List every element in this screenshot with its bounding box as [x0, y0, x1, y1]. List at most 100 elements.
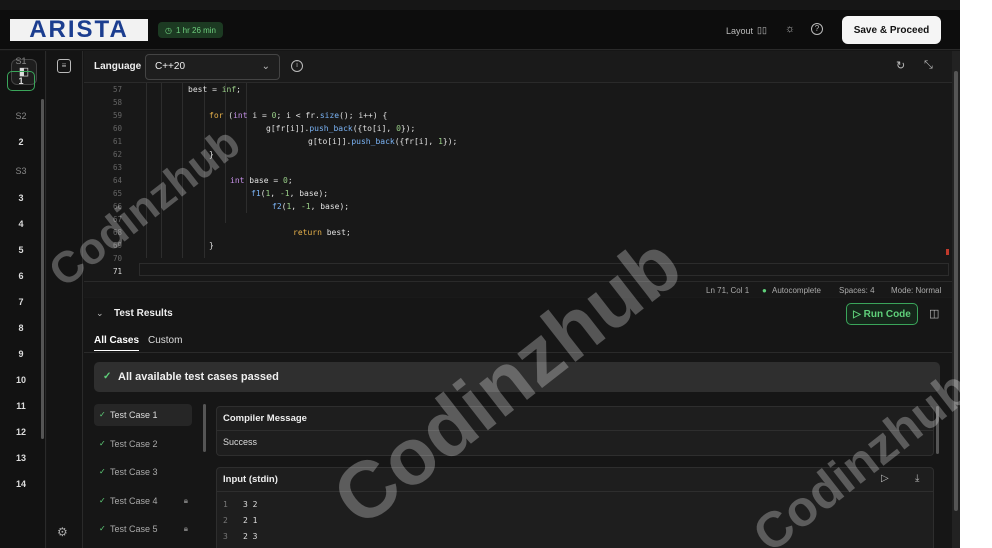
test-case-item[interactable]: ✓ Test Case 3 — [94, 461, 192, 483]
check-icon: ✓ — [99, 438, 106, 448]
layout-button[interactable]: Layout ▯▯ — [726, 25, 767, 36]
question-rail: ◧ S1 1 S2 2 S3 3 4 5 6 7 8 9 10 11 12 13 14 — [0, 51, 46, 548]
reset-icon[interactable]: ↻ — [896, 59, 905, 72]
test-case-label: Test Case 2 — [110, 438, 158, 449]
lock-icon: 🔒︎ — [183, 524, 188, 533]
line-number: 66 — [112, 202, 122, 211]
chevron-down-icon[interactable]: ⌄ — [96, 308, 104, 319]
editor-mode[interactable]: Mode: Normal — [891, 286, 941, 295]
line-number: 67 — [112, 215, 122, 224]
line-number: 61 — [112, 137, 122, 146]
check-icon: ✓ — [99, 524, 106, 533]
line-number: 60 — [112, 124, 122, 133]
code-line: f2(1, -1, base); — [272, 202, 350, 211]
all-passed-banner: ✓ All available test cases passed — [94, 362, 940, 392]
autocomplete-dot-icon: ● — [762, 286, 767, 295]
line-number: 57 — [112, 85, 122, 94]
run-code-button[interactable]: ▷ Run Code — [846, 303, 918, 325]
check-icon: ✓ — [103, 371, 112, 382]
question-item[interactable]: 3 — [7, 193, 35, 203]
question-item[interactable]: 4 — [7, 219, 35, 229]
section-label: S2 — [15, 111, 27, 121]
question-item[interactable]: 12 — [7, 427, 35, 437]
line-number: 69 — [112, 241, 122, 250]
question-item[interactable]: 10 — [7, 375, 35, 385]
line-number: 68 — [112, 228, 122, 237]
question-item[interactable]: 13 — [7, 453, 35, 463]
question-item[interactable]: 1 — [7, 71, 35, 91]
code-editor[interactable]: 57 58 59 60 61 62 63 64 65 66 67 68 69 70 71 best = in… — [84, 83, 952, 281]
question-item[interactable]: 2 — [7, 137, 35, 147]
theme-icon[interactable]: ☼ — [784, 23, 796, 35]
settings-icon[interactable]: ⚙ — [57, 525, 68, 539]
section-label: S3 — [15, 166, 27, 176]
expand-icon[interactable]: ⤡ — [924, 59, 933, 72]
language-select[interactable]: C++20 ⌄ — [145, 54, 280, 80]
testcase-scrollbar[interactable] — [203, 404, 206, 452]
test-case-item[interactable]: ✓ Test Case 5 🔒︎ — [94, 518, 192, 540]
code-line: g[fr[i]].push_back({to[i], 0}); — [266, 124, 416, 133]
play-icon: ▷ — [853, 308, 864, 320]
autocomplete-toggle[interactable]: Autocomplete — [772, 286, 821, 295]
check-icon: ✓ — [99, 495, 106, 505]
lock-icon: 🔒︎ — [183, 495, 188, 505]
rail-scrollbar[interactable] — [41, 99, 44, 439]
arista-logo: ARISTA — [10, 16, 148, 43]
download-icon[interactable]: ⤓ — [915, 473, 919, 484]
line-number: 64 — [112, 176, 122, 185]
question-item[interactable]: 5 — [7, 245, 35, 255]
main-panel: Language C++20 ⌄ i ↻ ⤡ 57 58 59 60 61 62 63 64 6… — [84, 51, 952, 548]
line-number: 59 — [112, 111, 122, 120]
chevron-down-icon: ⌄ — [261, 61, 270, 72]
current-line-highlight — [139, 263, 949, 276]
test-case-item[interactable]: ✓ Test Case 1 — [94, 404, 192, 426]
top-bar: ARISTA ◷ 1 hr 26 min Layout ▯▯ ☼ ? Save … — [0, 10, 960, 50]
editor-toolbar: Language C++20 ⌄ i ↻ ⤡ — [84, 51, 952, 83]
test-case-item[interactable]: ✓ Test Case 2 — [94, 433, 192, 455]
question-item[interactable]: 8 — [7, 323, 35, 333]
code-line: best = inf; — [188, 85, 241, 94]
test-results-title: Test Results — [114, 308, 173, 319]
test-case-label: Test Case 4 — [110, 495, 158, 506]
test-case-item[interactable]: ✓ Test Case 4 🔒︎ — [94, 490, 192, 512]
tab-all-cases[interactable]: All Cases — [94, 335, 140, 351]
play-icon[interactable]: ▷ — [881, 473, 889, 484]
stdin-line: 1 3 2 — [223, 500, 257, 509]
section-label: S1 — [15, 56, 27, 66]
code-line: return best; — [293, 228, 351, 237]
question-item[interactable]: 7 — [7, 297, 35, 307]
code-line: } — [209, 150, 214, 159]
code-line: for (int i = 0; i < fr.size(); i++) { — [209, 111, 388, 120]
info-icon[interactable]: i — [291, 60, 303, 72]
spaces-setting[interactable]: Spaces: 4 — [839, 286, 875, 295]
stdin-line-text: 2 1 — [243, 516, 258, 525]
run-code-label: Run Code — [863, 308, 911, 320]
line-number: 62 — [112, 150, 122, 159]
line-gutter: 57 58 59 60 61 62 63 64 65 66 67 68 69 70 71 — [84, 83, 136, 281]
language-label: Language — [94, 61, 142, 72]
stdin-line: 3 2 3 — [223, 532, 257, 541]
test-case-label: Test Case 1 — [110, 410, 158, 420]
question-item[interactable]: 11 — [7, 401, 35, 411]
question-item[interactable]: 14 — [7, 479, 35, 489]
output-scrollbar[interactable] — [936, 406, 939, 454]
test-results-panel: ⌄ Test Results ▷ Run Code ◫ All Cases Cu… — [84, 298, 952, 548]
notes-icon[interactable]: ≡ — [57, 59, 71, 73]
layout-icon: ▯▯ — [757, 25, 767, 35]
save-proceed-button[interactable]: Save & Proceed — [842, 16, 941, 44]
layout-label: Layout — [726, 25, 754, 36]
stdin-line-number: 1 — [223, 500, 228, 509]
question-item[interactable]: 6 — [7, 271, 35, 281]
page-scrollbar[interactable] — [952, 51, 960, 548]
question-item[interactable]: 9 — [7, 349, 35, 359]
tab-custom[interactable]: Custom — [148, 335, 182, 346]
test-case-label: Test Case 3 — [110, 467, 158, 477]
help-icon[interactable]: ? — [811, 23, 823, 35]
split-panel-icon[interactable]: ◫ — [929, 307, 939, 320]
compiler-message-title: Compiler Message — [217, 407, 933, 431]
stdin-line: 2 2 1 — [223, 516, 257, 525]
compiler-message-value: Success — [223, 437, 258, 447]
cursor-position: Ln 71, Col 1 — [706, 286, 750, 295]
app-window: ARISTA ◷ 1 hr 26 min Layout ▯▯ ☼ ? Save … — [0, 0, 960, 548]
line-number: 70 — [112, 254, 122, 263]
